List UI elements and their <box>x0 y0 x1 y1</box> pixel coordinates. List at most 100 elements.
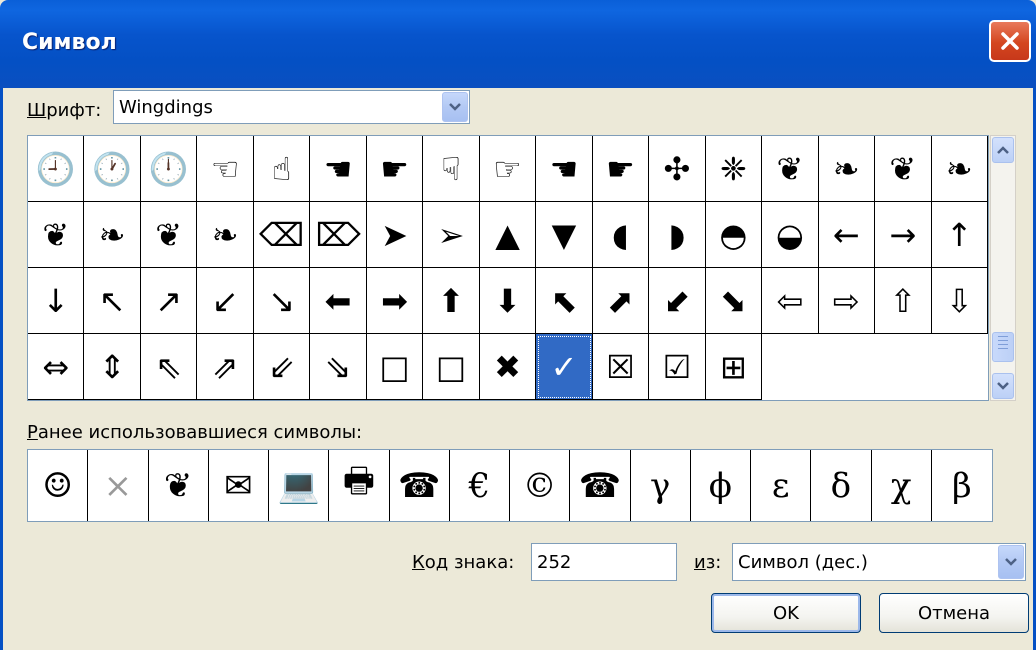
symbol-cell[interactable]: ❧ <box>197 202 254 268</box>
recent-symbol-cell[interactable]: 💻 <box>269 450 330 521</box>
title-bar: Символ <box>0 0 1036 88</box>
symbol-cell[interactable]: ◖ <box>592 202 650 268</box>
recent-symbols-list[interactable]: ☺ × ❦ ✉ 💻 🖶 ☎ € © ☎ γ ϕ ε δ χ β <box>27 449 993 522</box>
symbol-cell[interactable]: ❧ <box>818 136 876 202</box>
symbol-cell[interactable]: ❦ <box>140 202 198 268</box>
symbol-cell[interactable]: ➢ <box>423 202 480 268</box>
symbol-cell[interactable]: ↑ <box>931 202 988 268</box>
symbol-cell[interactable]: ✖ <box>479 334 537 400</box>
symbol-cell[interactable]: ◓ <box>705 202 763 268</box>
symbol-cell[interactable]: ⊞ <box>705 334 763 400</box>
chevron-down-icon <box>449 103 461 111</box>
symbol-cell-selected[interactable]: ✓ <box>536 334 593 400</box>
symbol-cell[interactable]: ⇔ <box>28 334 85 400</box>
symbol-cell[interactable]: ❧ <box>84 202 141 268</box>
symbol-cell[interactable]: ☛ <box>592 136 650 202</box>
symbol-cell[interactable]: ⬊ <box>705 268 763 334</box>
symbol-cell[interactable]: ☛ <box>366 136 424 202</box>
symbol-cell[interactable]: ▲ <box>479 202 537 268</box>
symbol-cell[interactable]: ✣ <box>649 136 706 202</box>
font-select-value: Wingdings <box>119 97 213 118</box>
font-select[interactable]: Wingdings <box>113 90 470 124</box>
symbol-cell[interactable]: ➤ <box>366 202 424 268</box>
symbol-cell[interactable]: ▼ <box>536 202 593 268</box>
scroll-down-button[interactable] <box>992 373 1014 399</box>
symbol-cell[interactable]: → <box>875 202 932 268</box>
symbol-cell[interactable]: ⇘ <box>310 334 367 400</box>
symbol-cell[interactable]: 🕘 <box>28 136 85 202</box>
symbol-cell[interactable]: ⬋ <box>649 268 706 334</box>
recent-symbol-cell[interactable]: ✉ <box>209 450 269 521</box>
symbol-cell[interactable]: ⇩ <box>931 268 988 334</box>
recent-symbol-cell[interactable]: β <box>932 450 992 521</box>
symbol-cell[interactable]: 🕛 <box>140 136 198 202</box>
symbol-cell[interactable]: ❧ <box>931 136 988 202</box>
symbol-cell[interactable]: 🕐 <box>84 136 141 202</box>
ok-button[interactable]: OK <box>711 593 861 633</box>
chevron-down-icon <box>997 382 1009 390</box>
symbol-cell[interactable]: ⇨ <box>818 268 876 334</box>
recent-symbol-cell[interactable]: ϕ <box>691 450 751 521</box>
recent-symbol-cell[interactable]: δ <box>811 450 872 521</box>
symbol-cell[interactable]: ⬇ <box>479 268 537 334</box>
symbol-cell[interactable]: ⇗ <box>197 334 254 400</box>
recent-symbol-cell[interactable]: ☎ <box>390 450 450 521</box>
symbol-cell[interactable]: ❦ <box>762 136 819 202</box>
recent-symbol-cell[interactable]: ☎ <box>570 450 631 521</box>
symbol-cell[interactable]: ☑ <box>649 334 706 400</box>
symbol-grid-scrollbar[interactable] <box>990 135 1016 401</box>
close-button[interactable] <box>989 20 1031 62</box>
recent-symbols-label: Ранее использовавшиеся символы: <box>27 422 363 443</box>
symbol-cell[interactable]: ☟ <box>423 136 480 202</box>
symbol-cell[interactable]: ⌫ <box>253 202 311 268</box>
recent-symbol-cell[interactable]: ☺ <box>28 450 89 521</box>
symbol-cell[interactable]: ⬆ <box>423 268 480 334</box>
symbol-cell[interactable]: ☚ <box>536 136 593 202</box>
recent-symbol-cell[interactable]: γ <box>631 450 691 521</box>
symbol-cell[interactable]: ⇧ <box>875 268 932 334</box>
symbol-cell[interactable]: ☜ <box>197 136 254 202</box>
symbol-cell[interactable]: ❦ <box>28 202 85 268</box>
symbol-cell[interactable]: ❈ <box>705 136 763 202</box>
symbol-cell[interactable]: ☞ <box>479 136 537 202</box>
symbol-cell[interactable]: □ <box>366 334 424 400</box>
char-code-input[interactable]: 252 <box>531 543 677 581</box>
symbol-cell[interactable]: ↓ <box>28 268 85 334</box>
font-dropdown-button[interactable] <box>442 92 468 122</box>
code-page-select[interactable]: Символ (дес.) <box>732 543 1026 581</box>
symbol-cell[interactable]: ⬈ <box>592 268 650 334</box>
symbol-cell[interactable]: ◒ <box>762 202 819 268</box>
scroll-up-button[interactable] <box>992 137 1014 163</box>
recent-symbol-cell[interactable]: ε <box>751 450 812 521</box>
recent-symbol-cell[interactable]: × <box>88 450 149 521</box>
symbol-cell[interactable]: ☝ <box>253 136 311 202</box>
symbol-cell[interactable]: ◗ <box>649 202 706 268</box>
code-page-value: Символ (дес.) <box>738 552 868 573</box>
symbol-cell[interactable]: □ <box>423 334 480 400</box>
symbol-cell[interactable]: ❦ <box>875 136 932 202</box>
symbol-cell[interactable]: ⬉ <box>536 268 593 334</box>
recent-symbol-cell[interactable]: 🖶 <box>329 450 390 521</box>
symbol-cell[interactable]: ↙ <box>197 268 254 334</box>
recent-symbol-cell[interactable]: € <box>450 450 510 521</box>
code-page-dropdown-button[interactable] <box>998 545 1024 579</box>
symbol-grid[interactable]: 🕘 🕐 🕛 ☜ ☝ ☚ ☛ ☟ ☞ ☚ ☛ ✣ ❈ ❦ ❧ ❦ ❧ ❦ ❧ ❦ ❧ ⌫ ⌦ ➤ ➢ ▲ ▼ ◖ ◗ ◓ ◒ ← → ↑ ↓ ↖ ↗ ↙ ↘ ⬅… <box>27 135 989 401</box>
symbol-cell[interactable]: ↖ <box>84 268 141 334</box>
symbol-cell[interactable]: ⇕ <box>84 334 141 400</box>
symbol-cell[interactable]: ⇦ <box>762 268 819 334</box>
symbol-cell[interactable]: ↗ <box>140 268 198 334</box>
symbol-cell[interactable]: ⇖ <box>140 334 198 400</box>
recent-symbol-cell[interactable]: © <box>510 450 571 521</box>
recent-symbol-cell[interactable]: χ <box>872 450 932 521</box>
symbol-cell[interactable]: ➡ <box>366 268 424 334</box>
symbol-cell[interactable]: ↘ <box>253 268 311 334</box>
symbol-cell[interactable]: ⬅ <box>310 268 367 334</box>
scroll-thumb[interactable] <box>992 332 1014 362</box>
symbol-cell[interactable]: ☒ <box>592 334 650 400</box>
cancel-button[interactable]: Отмена <box>879 593 1029 633</box>
symbol-cell[interactable]: ⇙ <box>253 334 311 400</box>
recent-symbol-cell[interactable]: ❦ <box>149 450 209 521</box>
symbol-cell[interactable]: ← <box>818 202 876 268</box>
symbol-cell[interactable]: ⌦ <box>310 202 367 268</box>
symbol-cell[interactable]: ☚ <box>310 136 367 202</box>
